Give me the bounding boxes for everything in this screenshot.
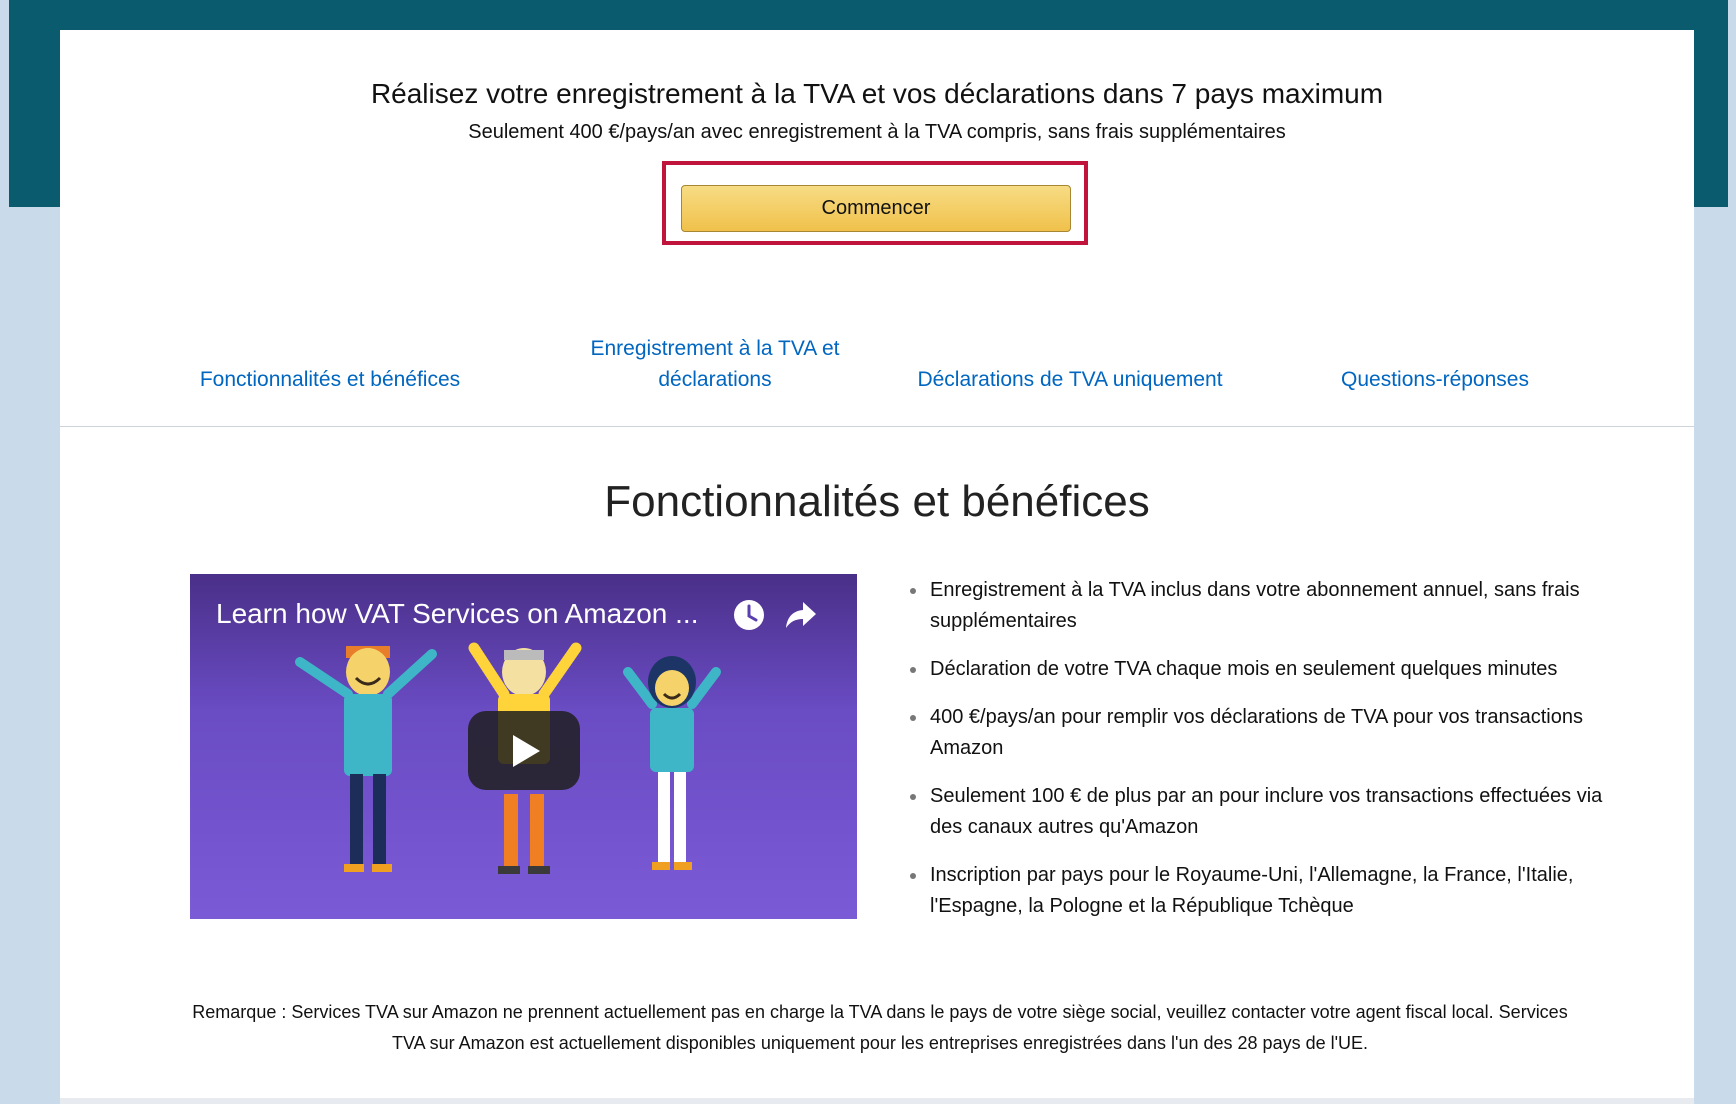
- content-card: Réalisez votre enregistrement à la TVA e…: [60, 30, 1694, 1104]
- play-icon: [513, 735, 540, 767]
- nav-link-registration-declarations[interactable]: Enregistrement à la TVA et déclarations: [570, 333, 860, 395]
- bullet-icon: [910, 794, 916, 800]
- character-left: [295, 646, 437, 872]
- bullet-icon: [910, 667, 916, 673]
- benefit-item: Seulement 100 € de plus par an pour incl…: [908, 781, 1628, 843]
- bottom-strip: [60, 1098, 1694, 1104]
- benefit-item: 400 €/pays/an pour remplir vos déclarati…: [908, 702, 1628, 764]
- section-title: Fonctionnalités et bénéfices: [604, 477, 1150, 526]
- nav-link-faq[interactable]: Questions-réponses: [1310, 364, 1560, 395]
- benefit-text: Déclaration de votre TVA chaque mois en …: [930, 658, 1558, 680]
- benefit-item: Déclaration de votre TVA chaque mois en …: [908, 654, 1628, 685]
- nav-link-features[interactable]: Fonctionnalités et bénéfices: [165, 364, 495, 395]
- benefit-text: 400 €/pays/an pour remplir vos déclarati…: [930, 706, 1583, 759]
- commencer-button[interactable]: Commencer: [681, 185, 1071, 232]
- bullet-icon: [910, 715, 916, 721]
- bullet-icon: [910, 873, 916, 879]
- benefit-text: Enregistrement à la TVA inclus dans votr…: [930, 579, 1580, 632]
- section-nav: Fonctionnalités et bénéfices Enregistrem…: [60, 330, 1694, 410]
- bullet-icon: [910, 588, 916, 594]
- video-player[interactable]: Learn how VAT Services on Amazon ...: [190, 574, 857, 919]
- nav-link-declarations-only[interactable]: Déclarations de TVA uniquement: [880, 364, 1260, 395]
- benefit-item: Inscription par pays pour le Royaume-Uni…: [908, 860, 1628, 922]
- benefits-list: Enregistrement à la TVA inclus dans votr…: [908, 575, 1628, 939]
- nav-divider: [60, 426, 1694, 427]
- play-button[interactable]: [468, 711, 580, 790]
- benefit-item: Enregistrement à la TVA inclus dans votr…: [908, 575, 1628, 637]
- remark-note: Remarque : Services TVA sur Amazon ne pr…: [192, 1002, 1568, 1053]
- benefit-text: Inscription par pays pour le Royaume-Uni…: [930, 864, 1574, 917]
- benefit-text: Seulement 100 € de plus par an pour incl…: [930, 785, 1603, 838]
- character-right: [623, 656, 721, 870]
- hero-subtitle: Seulement 400 €/pays/an avec enregistrem…: [468, 121, 1286, 143]
- hero-title: Réalisez votre enregistrement à la TVA e…: [370, 78, 1384, 109]
